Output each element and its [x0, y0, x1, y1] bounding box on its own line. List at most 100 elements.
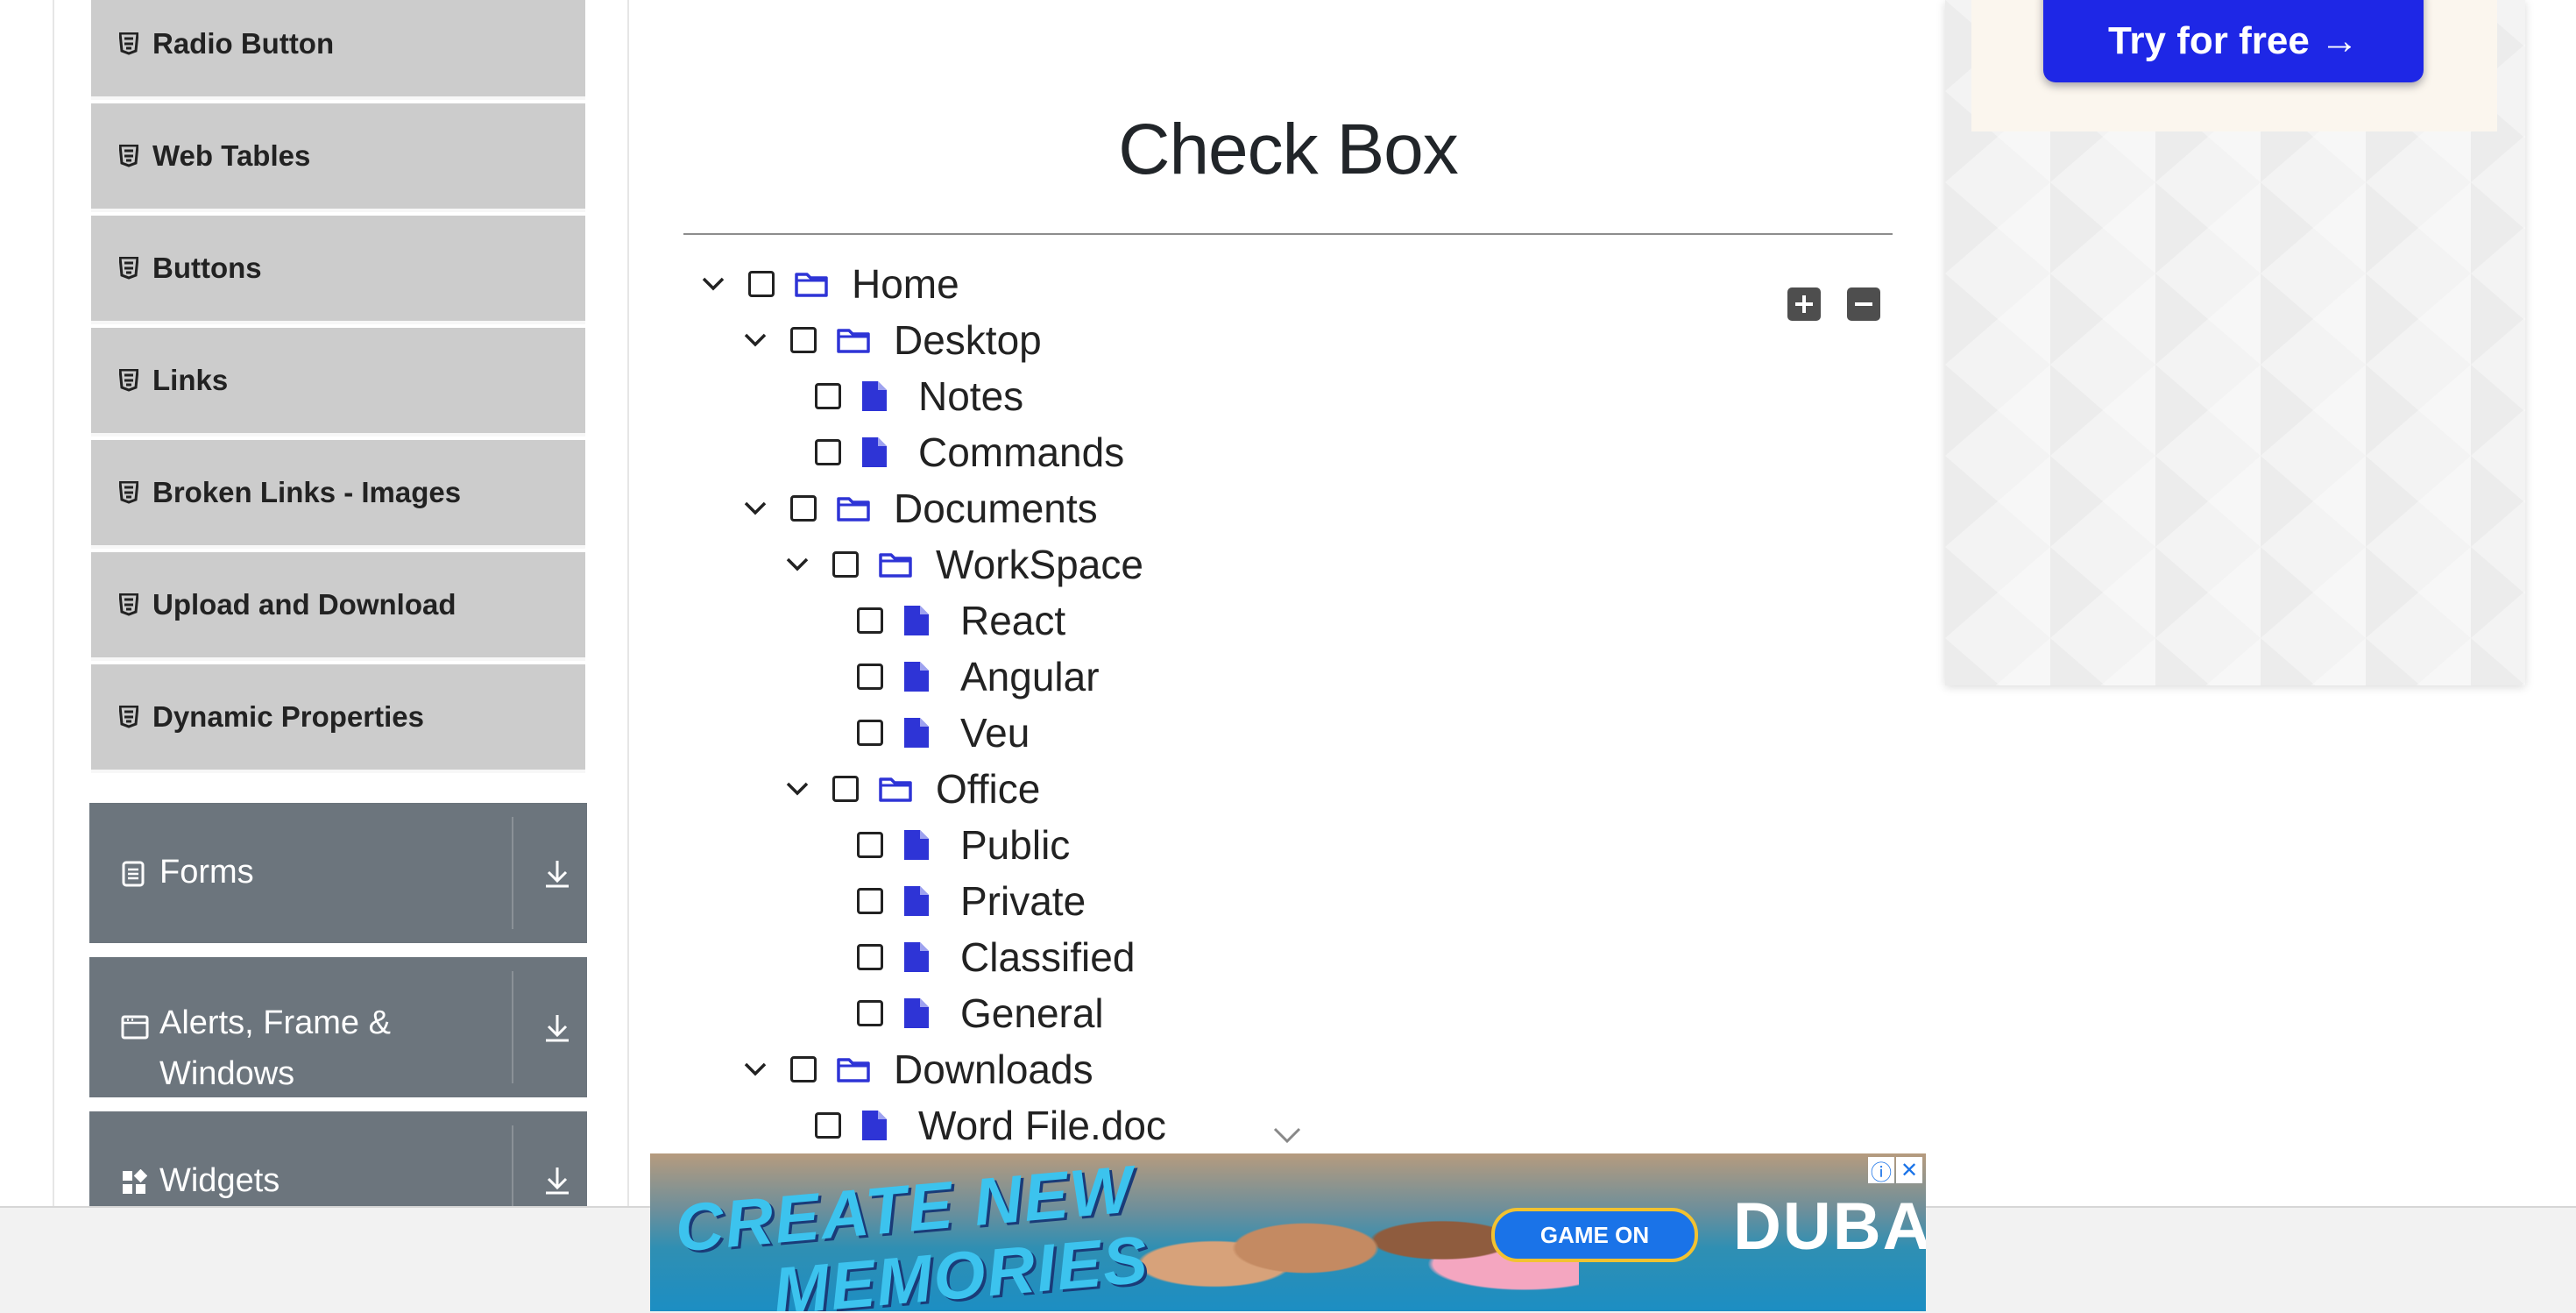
- checkbox[interactable]: [857, 832, 883, 858]
- tree-node: General: [810, 988, 1104, 1039]
- html5-icon: [117, 32, 140, 55]
- folder-icon: [836, 1054, 871, 1085]
- tree-node-label[interactable]: Commands: [918, 429, 1124, 476]
- html5-icon: [117, 481, 140, 504]
- minus-icon: [1855, 302, 1872, 306]
- checkbox[interactable]: [832, 551, 859, 578]
- tree-node-label[interactable]: General: [960, 990, 1104, 1037]
- tree-node: Notes: [768, 371, 1023, 422]
- chevron-down-icon[interactable]: [743, 1061, 768, 1078]
- chevron-down-icon[interactable]: [1272, 1125, 1302, 1145]
- html5-icon: [117, 257, 140, 280]
- tree-node-label[interactable]: Public: [960, 821, 1070, 869]
- folder-icon: [836, 493, 871, 524]
- side-advertisement[interactable]: Try for free →: [1945, 0, 2525, 685]
- tree-node: Downloads: [743, 1044, 1093, 1095]
- sidebar-item-broken-links[interactable]: Broken Links - Images: [91, 440, 585, 549]
- ad-info-icon[interactable]: ⓘ: [1868, 1157, 1894, 1185]
- html5-icon: [117, 145, 140, 167]
- download-arrow-icon[interactable]: [543, 1166, 571, 1196]
- checkbox[interactable]: [857, 888, 883, 914]
- expand-all-button[interactable]: [1787, 287, 1821, 321]
- sidebar-group-widgets[interactable]: Widgets: [89, 1111, 587, 1206]
- tree-node: Public: [810, 820, 1070, 870]
- sidebar-item-label: Dynamic Properties: [152, 700, 424, 733]
- ad-brand-logo: DUBAI: [1733, 1189, 1926, 1264]
- try-for-free-button[interactable]: Try for free →: [2043, 0, 2424, 82]
- tree-node: Veu: [810, 707, 1030, 758]
- checkbox[interactable]: [857, 1000, 883, 1026]
- tree-node-label[interactable]: Office: [936, 765, 1040, 813]
- file-icon: [860, 436, 895, 468]
- collapse-all-button[interactable]: [1847, 287, 1880, 321]
- tree-node: Commands: [768, 427, 1124, 478]
- group-divider: [512, 817, 513, 929]
- group-divider: [512, 971, 513, 1083]
- html5-icon: [117, 593, 140, 616]
- tree-node-label[interactable]: Notes: [918, 373, 1023, 420]
- download-arrow-icon[interactable]: [543, 1013, 571, 1043]
- group-label: Widgets: [159, 1162, 280, 1199]
- sidebar-right-border: [627, 0, 629, 1206]
- checkbox[interactable]: [815, 439, 841, 465]
- tree-node-label[interactable]: WorkSpace: [936, 541, 1143, 588]
- checkbox[interactable]: [815, 383, 841, 409]
- banner-advertisement[interactable]: CREATE NEW MEMORIES GAME ON DUBAI ⓘ ✕: [650, 1153, 1926, 1311]
- folder-icon: [794, 268, 829, 300]
- sidebar-item-label: Links: [152, 364, 229, 396]
- game-on-button[interactable]: GAME ON: [1491, 1208, 1698, 1262]
- sidebar-item-label: Web Tables: [152, 139, 311, 172]
- chevron-down-icon[interactable]: [701, 275, 725, 293]
- group-label-line2: Windows: [159, 1055, 295, 1092]
- sidebar-item-links[interactable]: Links: [91, 328, 585, 436]
- widgets-icon: [121, 1168, 148, 1196]
- tree-node-label[interactable]: Downloads: [894, 1046, 1093, 1093]
- tree-node: Documents: [743, 483, 1098, 534]
- tree-node-label[interactable]: Home: [852, 260, 959, 308]
- download-arrow-icon[interactable]: [543, 859, 571, 889]
- chevron-down-icon[interactable]: [743, 500, 768, 517]
- html5-icon: [117, 369, 140, 392]
- sidebar-item-buttons[interactable]: Buttons: [91, 216, 585, 324]
- tree-node-label[interactable]: React: [960, 597, 1065, 644]
- page-title: Check Box: [1118, 110, 1459, 189]
- sidebar-item-upload-download[interactable]: Upload and Download: [91, 552, 585, 661]
- checkbox[interactable]: [857, 944, 883, 970]
- sidebar-group-forms[interactable]: Forms: [89, 803, 587, 943]
- tree-node: WorkSpace: [785, 539, 1143, 590]
- tree-node-label[interactable]: Private: [960, 877, 1086, 925]
- tree-node-label[interactable]: Word File.doc: [918, 1102, 1166, 1149]
- tree-node-label[interactable]: Desktop: [894, 316, 1042, 364]
- checkbox[interactable]: [790, 495, 817, 522]
- ad-controls: ⓘ ✕: [1868, 1157, 1922, 1185]
- checkbox[interactable]: [790, 1056, 817, 1082]
- tree-node-label[interactable]: Veu: [960, 709, 1030, 756]
- file-icon: [902, 941, 938, 973]
- file-icon: [902, 605, 938, 636]
- checkbox[interactable]: [857, 607, 883, 634]
- sidebar-group-alerts[interactable]: Alerts, Frame & Windows: [89, 957, 587, 1097]
- sidebar-item-web-tables[interactable]: Web Tables: [91, 103, 585, 212]
- close-icon[interactable]: ✕: [1896, 1157, 1922, 1183]
- tree-node: Angular: [810, 651, 1100, 702]
- chevron-down-icon[interactable]: [743, 331, 768, 349]
- checkbox[interactable]: [832, 776, 859, 802]
- title-divider: [683, 233, 1893, 235]
- checkbox[interactable]: [748, 271, 775, 297]
- sidebar-item-dynamic-properties[interactable]: Dynamic Properties: [91, 664, 585, 773]
- tree-node-label[interactable]: Classified: [960, 933, 1135, 981]
- tree-node: Word File.doc: [768, 1100, 1166, 1151]
- checkbox[interactable]: [815, 1112, 841, 1139]
- checkbox[interactable]: [857, 720, 883, 746]
- checkbox[interactable]: [857, 664, 883, 690]
- sidebar-item-radio-button[interactable]: Radio Button: [91, 0, 585, 100]
- checkbox[interactable]: [790, 327, 817, 353]
- tree-node-label[interactable]: Documents: [894, 485, 1098, 532]
- file-icon: [902, 997, 938, 1029]
- form-icon: [121, 861, 147, 887]
- tree-node-label[interactable]: Angular: [960, 653, 1100, 700]
- chevron-down-icon[interactable]: [785, 556, 810, 573]
- chevron-down-icon[interactable]: [785, 780, 810, 798]
- file-icon: [902, 885, 938, 917]
- folder-icon: [878, 549, 913, 580]
